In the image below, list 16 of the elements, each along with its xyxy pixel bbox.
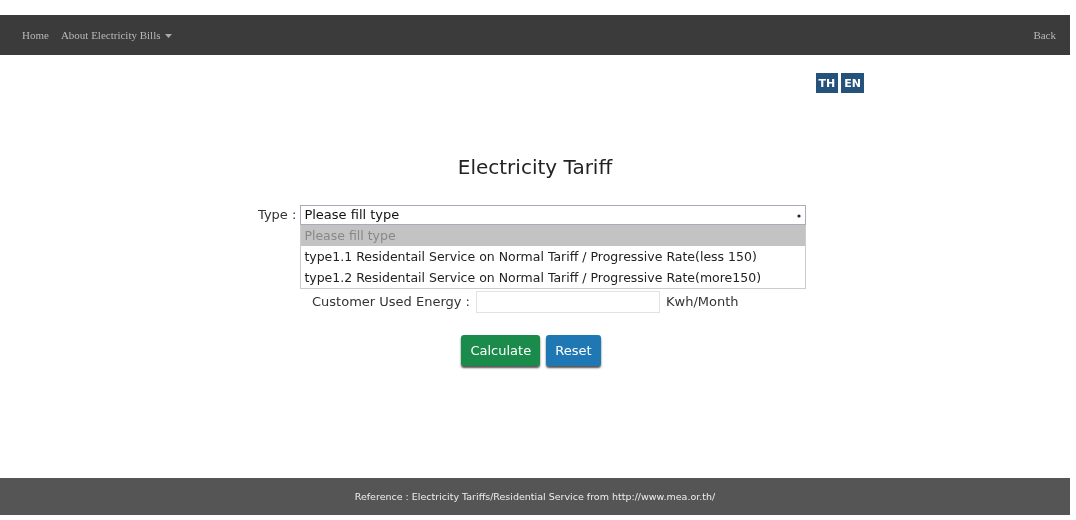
energy-label: Customer Used Energy : [312,293,470,311]
nav-dropdown[interactable]: About Electricity Bills [60,29,173,41]
reset-button[interactable]: Reset [546,335,601,366]
calculate-button[interactable]: Calculate [461,335,541,366]
nav-link[interactable]: Home [22,29,49,41]
energy-input[interactable] [476,291,660,313]
unit-label: Kwh/Month [666,293,739,311]
dropdown-option[interactable]: type1.1 Residentail Service on Normal Tariff / Progressive Rate(less 150) [301,246,806,267]
dropdown-option[interactable]: type1.2 Residentail Service on Normal Tariff / Progressive Rate(more150) [301,267,806,288]
page-title: Electricity Tariff [456,155,614,179]
type-select[interactable]: Please fill type [300,205,807,225]
footer-text: Reference : Electricity Tariffs/Residential Service from http://www.mea.or.th/ [354,491,716,502]
type-label: Type : [258,206,297,224]
back-link[interactable]: Back [1033,29,1056,41]
language-button[interactable]: EN [841,73,864,93]
language-button[interactable]: TH [815,73,839,93]
